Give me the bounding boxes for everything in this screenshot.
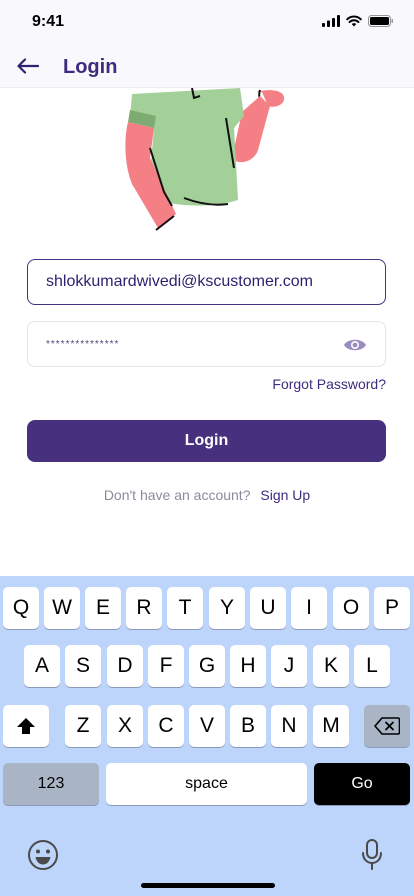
signup-link[interactable]: Sign Up — [260, 487, 310, 503]
key-s[interactable]: S — [65, 645, 101, 687]
email-field[interactable] — [27, 259, 386, 305]
password-field[interactable] — [27, 321, 386, 367]
key-c[interactable]: C — [148, 705, 184, 747]
key-u[interactable]: U — [250, 587, 286, 629]
key-i[interactable]: I — [291, 587, 327, 629]
shift-key[interactable] — [3, 705, 49, 747]
numbers-key[interactable]: 123 — [3, 763, 99, 805]
key-f[interactable]: F — [148, 645, 184, 687]
key-m[interactable]: M — [313, 705, 349, 747]
page-title: Login — [63, 56, 118, 78]
signup-prompt: Don't have an account? — [103, 487, 251, 503]
microphone-icon[interactable] — [360, 839, 384, 871]
go-key[interactable]: Go — [314, 763, 410, 805]
key-b[interactable]: B — [230, 705, 266, 747]
status-icons — [322, 15, 394, 27]
key-j[interactable]: J — [271, 645, 307, 687]
key-h[interactable]: H — [230, 645, 266, 687]
key-g[interactable]: G — [189, 645, 225, 687]
battery-icon — [368, 15, 393, 27]
key-k[interactable]: K — [313, 645, 349, 687]
delete-key[interactable] — [364, 705, 410, 747]
status-bar: 9:41 — [0, 0, 414, 44]
shift-icon — [17, 718, 35, 734]
forgot-password-link[interactable]: Forgot Password? — [272, 376, 386, 392]
email-input[interactable] — [28, 260, 385, 304]
key-a[interactable]: A — [24, 645, 60, 687]
key-x[interactable]: X — [107, 705, 143, 747]
key-o[interactable]: O — [333, 587, 369, 629]
login-button[interactable]: Login — [27, 420, 386, 462]
back-button[interactable] — [14, 52, 42, 80]
status-time: 9:41 — [32, 13, 65, 30]
key-r[interactable]: R — [126, 587, 162, 629]
key-w[interactable]: W — [44, 587, 80, 629]
keyboard: Q W E R T Y U I O P A S D F G H J K L Z … — [0, 576, 414, 896]
arrow-left-icon — [17, 58, 39, 74]
key-p[interactable]: P — [374, 587, 410, 629]
nav-bar: Login — [0, 44, 414, 88]
signal-icon — [322, 15, 340, 27]
key-l[interactable]: L — [354, 645, 390, 687]
eye-icon[interactable] — [343, 335, 367, 355]
key-y[interactable]: Y — [209, 587, 245, 629]
key-n[interactable]: N — [271, 705, 307, 747]
key-q[interactable]: Q — [3, 587, 39, 629]
signup-row: Don't have an account? Sign Up — [0, 487, 414, 503]
person-illustration — [125, 88, 285, 231]
wifi-icon — [346, 15, 362, 27]
key-e[interactable]: E — [85, 587, 121, 629]
key-v[interactable]: V — [189, 705, 225, 747]
delete-icon — [374, 717, 400, 735]
password-input[interactable] — [28, 322, 328, 366]
emoji-icon[interactable] — [27, 839, 59, 871]
home-indicator — [141, 883, 275, 888]
key-d[interactable]: D — [107, 645, 143, 687]
key-t[interactable]: T — [167, 587, 203, 629]
space-key[interactable]: space — [106, 763, 307, 805]
key-z[interactable]: Z — [65, 705, 101, 747]
